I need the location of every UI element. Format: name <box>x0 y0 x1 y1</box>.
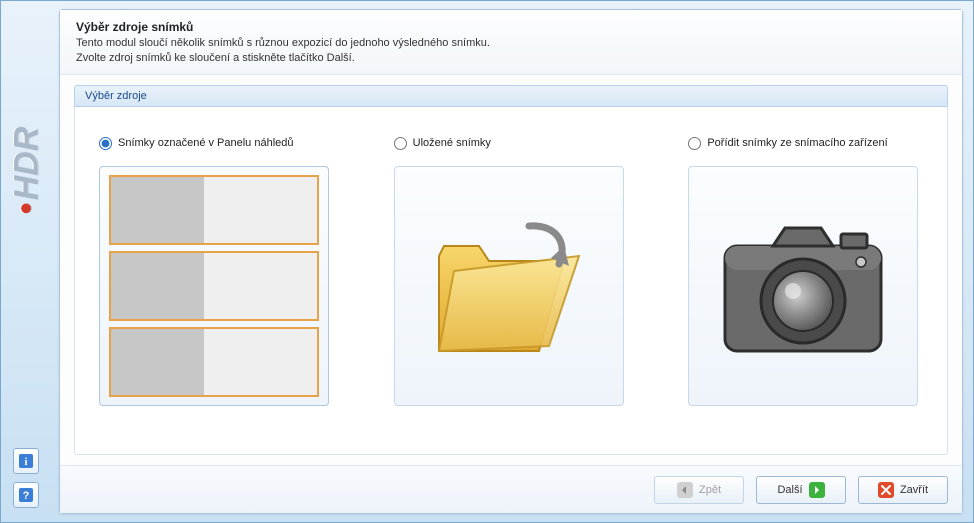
thumbnail-stack-icon <box>109 175 319 397</box>
option-capture: Pořídit snímky ze snímacího zařízení <box>688 137 923 436</box>
back-button-label: Zpět <box>699 484 721 496</box>
back-button: Zpět <box>654 476 744 504</box>
content-area: Výběr zdroje Snímky označené v Panelu ná… <box>60 75 962 465</box>
radio-panel[interactable]: Snímky označené v Panelu náhledů <box>99 137 294 150</box>
radio-capture-input[interactable] <box>688 137 701 150</box>
radio-saved[interactable]: Uložené snímky <box>394 137 491 150</box>
camera-icon <box>703 186 903 386</box>
help-icon: ? <box>18 487 34 503</box>
radio-panel-label: Snímky označené v Panelu náhledů <box>118 137 294 149</box>
next-button-label: Další <box>777 484 802 496</box>
page-desc-1: Tento modul sloučí několik snímků s různ… <box>76 36 946 51</box>
option-saved-graphic[interactable] <box>394 166 624 406</box>
app-logo: •HDR <box>8 127 47 215</box>
close-button[interactable]: Zavřít <box>858 476 948 504</box>
help-button[interactable]: ? <box>13 482 39 508</box>
option-panel-graphic[interactable] <box>99 166 329 406</box>
svg-text:i: i <box>24 456 27 468</box>
option-capture-graphic[interactable] <box>688 166 918 406</box>
folder-open-icon <box>409 186 609 386</box>
radio-capture-label: Pořídit snímky ze snímacího zařízení <box>707 137 887 149</box>
option-panel: Snímky označené v Panelu náhledů <box>99 137 334 436</box>
next-button[interactable]: Další <box>756 476 846 504</box>
page-desc-2: Zvolte zdroj snímků ke sloučení a stiskn… <box>76 51 946 66</box>
page-title: Výběr zdroje snímků <box>76 20 946 34</box>
group-body: Snímky označené v Panelu náhledů Uložené… <box>74 107 948 455</box>
radio-capture[interactable]: Pořídit snímky ze snímacího zařízení <box>688 137 887 150</box>
main-panel: Výběr zdroje snímků Tento modul sloučí n… <box>59 9 963 514</box>
radio-panel-input[interactable] <box>99 137 112 150</box>
close-icon <box>878 482 894 498</box>
svg-text:?: ? <box>23 490 30 502</box>
info-button[interactable]: i <box>13 448 39 474</box>
wizard-footer: Zpět Další Zavřít <box>60 465 962 513</box>
wizard-header: Výběr zdroje snímků Tento modul sloučí n… <box>60 10 962 75</box>
radio-saved-label: Uložené snímky <box>413 137 491 149</box>
radio-saved-input[interactable] <box>394 137 407 150</box>
sidebar: •HDR i ? <box>1 1 53 522</box>
arrow-right-icon <box>809 482 825 498</box>
info-icon: i <box>18 453 34 469</box>
arrow-left-icon <box>677 482 693 498</box>
close-button-label: Zavřít <box>900 484 928 496</box>
group-title: Výběr zdroje <box>74 85 948 107</box>
option-saved: Uložené snímky <box>394 137 629 436</box>
